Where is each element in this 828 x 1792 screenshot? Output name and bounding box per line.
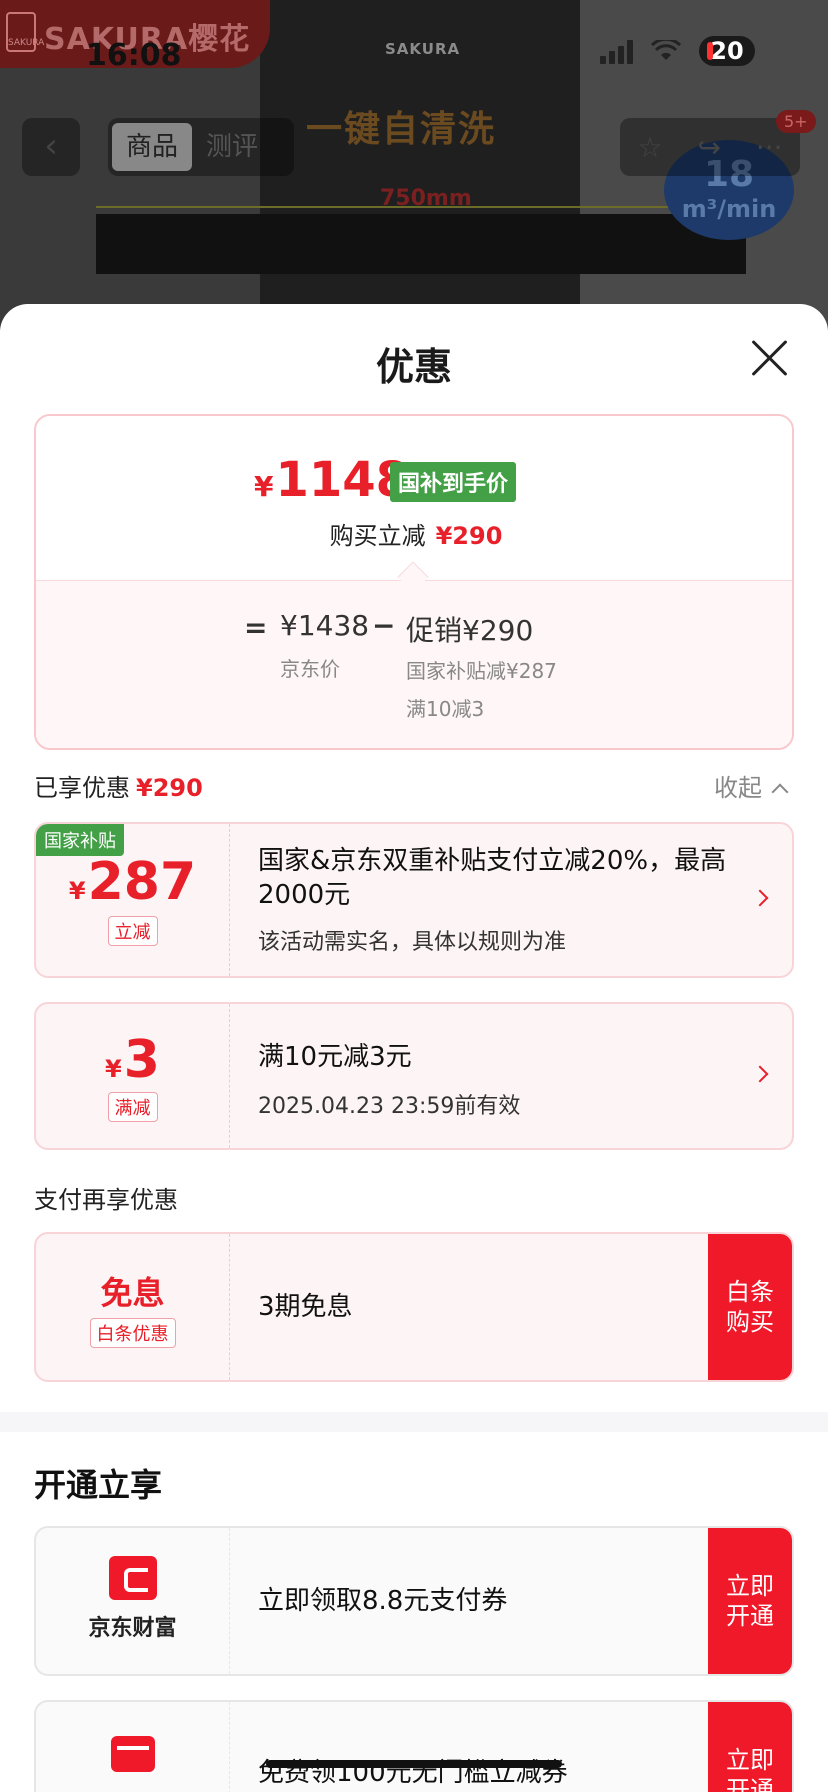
coupon-main-text: 满10元减3元 (258, 1042, 412, 1072)
tab-review[interactable]: 测评 (192, 123, 272, 171)
chevron-right-icon (751, 889, 769, 907)
button-line-1: 立即 (726, 1746, 774, 1774)
pay-offer-main: 3期免息 (258, 1292, 353, 1322)
dimension-ruler (96, 206, 746, 208)
open-offer-left (36, 1702, 230, 1792)
price-breakdown: = ¥1438 京东价 − 促销¥290 国家补贴减¥287 满10减3 (36, 580, 792, 748)
enjoyed-discount: 已享优惠 ¥290 (34, 768, 203, 803)
coupon-card-full-reduce[interactable]: ¥ 3 满减 满10元减3元 2025.04.23 23:59前有效 (34, 1002, 794, 1150)
product-nav-bar: ‹ 商品 测评 ☆ ↪ ··· 5+ (0, 110, 828, 178)
button-line-2: 开通 (726, 1776, 774, 1792)
button-line-1: 白条 (726, 1278, 774, 1306)
minus-sign: − (372, 609, 396, 642)
reduce-line: 购买立减 ¥290 (36, 516, 792, 551)
open-offer-body: 立即领取8.8元支付券 (258, 1584, 692, 1618)
battery-indicator: 20 (699, 36, 755, 66)
coupon-amount-block: 国家补贴 ¥ 287 立减 (36, 824, 230, 976)
product-page-background: SAKURA SAKURA樱花 16:08 20 SAKURA 一键自清洗 75… (0, 0, 828, 330)
star-icon[interactable]: ☆ (637, 131, 662, 164)
coupon-currency: ¥ (68, 877, 86, 905)
pay-section-label: 支付再享优惠 (34, 1186, 178, 1214)
jd-wealth-icon (108, 1556, 157, 1600)
coupon-type: 立减 (107, 916, 158, 946)
more-icon[interactable]: ··· (756, 131, 783, 164)
open-now-button[interactable]: 立即 开通 (708, 1528, 792, 1674)
pay-offer-card: 免息 白条优惠 3期免息 白条 购买 (34, 1232, 794, 1382)
discount-sheet: 优惠 ¥ 1148 国补到手价 购买立减 ¥290 = ¥1438 京东价 − 促… (0, 304, 828, 1792)
bank-card-icon (110, 1736, 155, 1772)
product-tabs: 商品 测评 (108, 118, 294, 176)
coupon-type: 满减 (107, 1092, 158, 1122)
open-offer-card-wealth: 京东财富 立即领取8.8元支付券 立即 开通 (34, 1526, 794, 1676)
reduce-amount: ¥290 (435, 522, 503, 550)
pay-offer-left: 免息 白条优惠 (36, 1234, 230, 1380)
coupon-card-subsidy[interactable]: 国家补贴 ¥ 287 立减 国家&京东双重补贴支付立减20%，最高2000元 该… (34, 822, 794, 978)
coupon-body: 国家&京东双重补贴支付立减20%，最高2000元 该活动需实名，具体以规则为准 (258, 844, 742, 956)
airflow-unit: m³/min (681, 195, 777, 223)
open-offer-card-coupon: 免费领100元无门槛立减券 立即 开通 (34, 1700, 794, 1792)
promo-detail-full-reduce: 满10减3 (406, 697, 485, 721)
coupon-amount-value: 3 (123, 1030, 160, 1090)
collapse-toggle[interactable]: 收起 (714, 768, 789, 803)
coupon-main-text: 国家&京东双重补贴支付立减20%，最高2000元 (258, 846, 727, 910)
coupon-amount: ¥ 287 (36, 852, 229, 912)
button-line-1: 立即 (726, 1572, 774, 1600)
collapse-label: 收起 (714, 774, 762, 802)
coupon-tag: 国家补贴 (36, 824, 124, 856)
back-button[interactable]: ‹ (22, 118, 80, 176)
enjoyed-amount: ¥290 (136, 774, 203, 802)
final-price: ¥ 1148 (254, 452, 409, 508)
coupon-body: 满10元减3元 2025.04.23 23:59前有效 (258, 1040, 742, 1120)
coupon-sub-text: 该活动需实名，具体以规则为准 (258, 930, 567, 955)
chevron-right-icon (751, 1065, 769, 1083)
coupon-amount-value: 287 (87, 852, 197, 912)
promo-detail-subsidy: 国家补贴减¥287 (406, 659, 557, 683)
currency-symbol: ¥ (254, 470, 274, 503)
tab-product[interactable]: 商品 (112, 123, 193, 171)
pay-offer-body: 3期免息 (258, 1290, 692, 1324)
open-now-button[interactable]: 立即 开通 (708, 1702, 792, 1792)
pay-offer-type: 白条优惠 (89, 1318, 176, 1348)
close-icon[interactable] (748, 336, 792, 380)
price-tag: 国补到手价 (390, 462, 517, 502)
wifi-icon (651, 40, 681, 60)
chevron-up-icon (771, 783, 789, 801)
coupon-amount: ¥ 3 (36, 1030, 229, 1090)
jd-price-label: 京东价 (280, 657, 340, 681)
baitiao-buy-button[interactable]: 白条 购买 (708, 1234, 792, 1380)
reduce-label: 购买立减 (329, 522, 426, 550)
sheet-title: 优惠 (375, 345, 452, 389)
promo-brand: SAKURA (385, 40, 461, 58)
price-summary: ¥ 1148 国补到手价 购买立减 ¥290 = ¥1438 京东价 − 促销¥2… (34, 414, 794, 750)
open-offer-name: 京东财富 (88, 1616, 177, 1641)
promo-amount: 促销¥290 (406, 614, 534, 647)
range-hood-image (96, 214, 746, 274)
coupon-amount-block: ¥ 3 满减 (36, 1004, 230, 1148)
share-icon[interactable]: ↪ (697, 131, 720, 164)
enjoyed-label: 已享优惠 (34, 774, 130, 802)
notification-badge: 5+ (776, 110, 816, 133)
nav-actions: ☆ ↪ ··· (620, 118, 800, 176)
equals-sign: = (244, 611, 268, 644)
home-indicator (266, 1760, 562, 1768)
section-divider (0, 1412, 828, 1432)
open-offer-main: 立即领取8.8元支付券 (258, 1586, 508, 1616)
pay-offer-title: 免息 (100, 1274, 165, 1312)
final-price-block: ¥ 1148 国补到手价 购买立减 ¥290 (36, 416, 792, 580)
brand-logo-icon: SAKURA (6, 12, 44, 52)
button-line-2: 购买 (726, 1308, 774, 1336)
jd-price: ¥1438 (280, 609, 370, 642)
coupon-sub-text: 2025.04.23 23:59前有效 (258, 1094, 521, 1119)
status-time: 16:08 (86, 38, 182, 73)
signal-icon (600, 38, 633, 64)
button-line-2: 开通 (726, 1602, 774, 1630)
open-section-title: 开通立享 (34, 1466, 163, 1504)
status-icons: 20 (600, 36, 755, 66)
coupon-currency: ¥ (105, 1055, 122, 1083)
open-offer-left: 京东财富 (36, 1528, 230, 1674)
